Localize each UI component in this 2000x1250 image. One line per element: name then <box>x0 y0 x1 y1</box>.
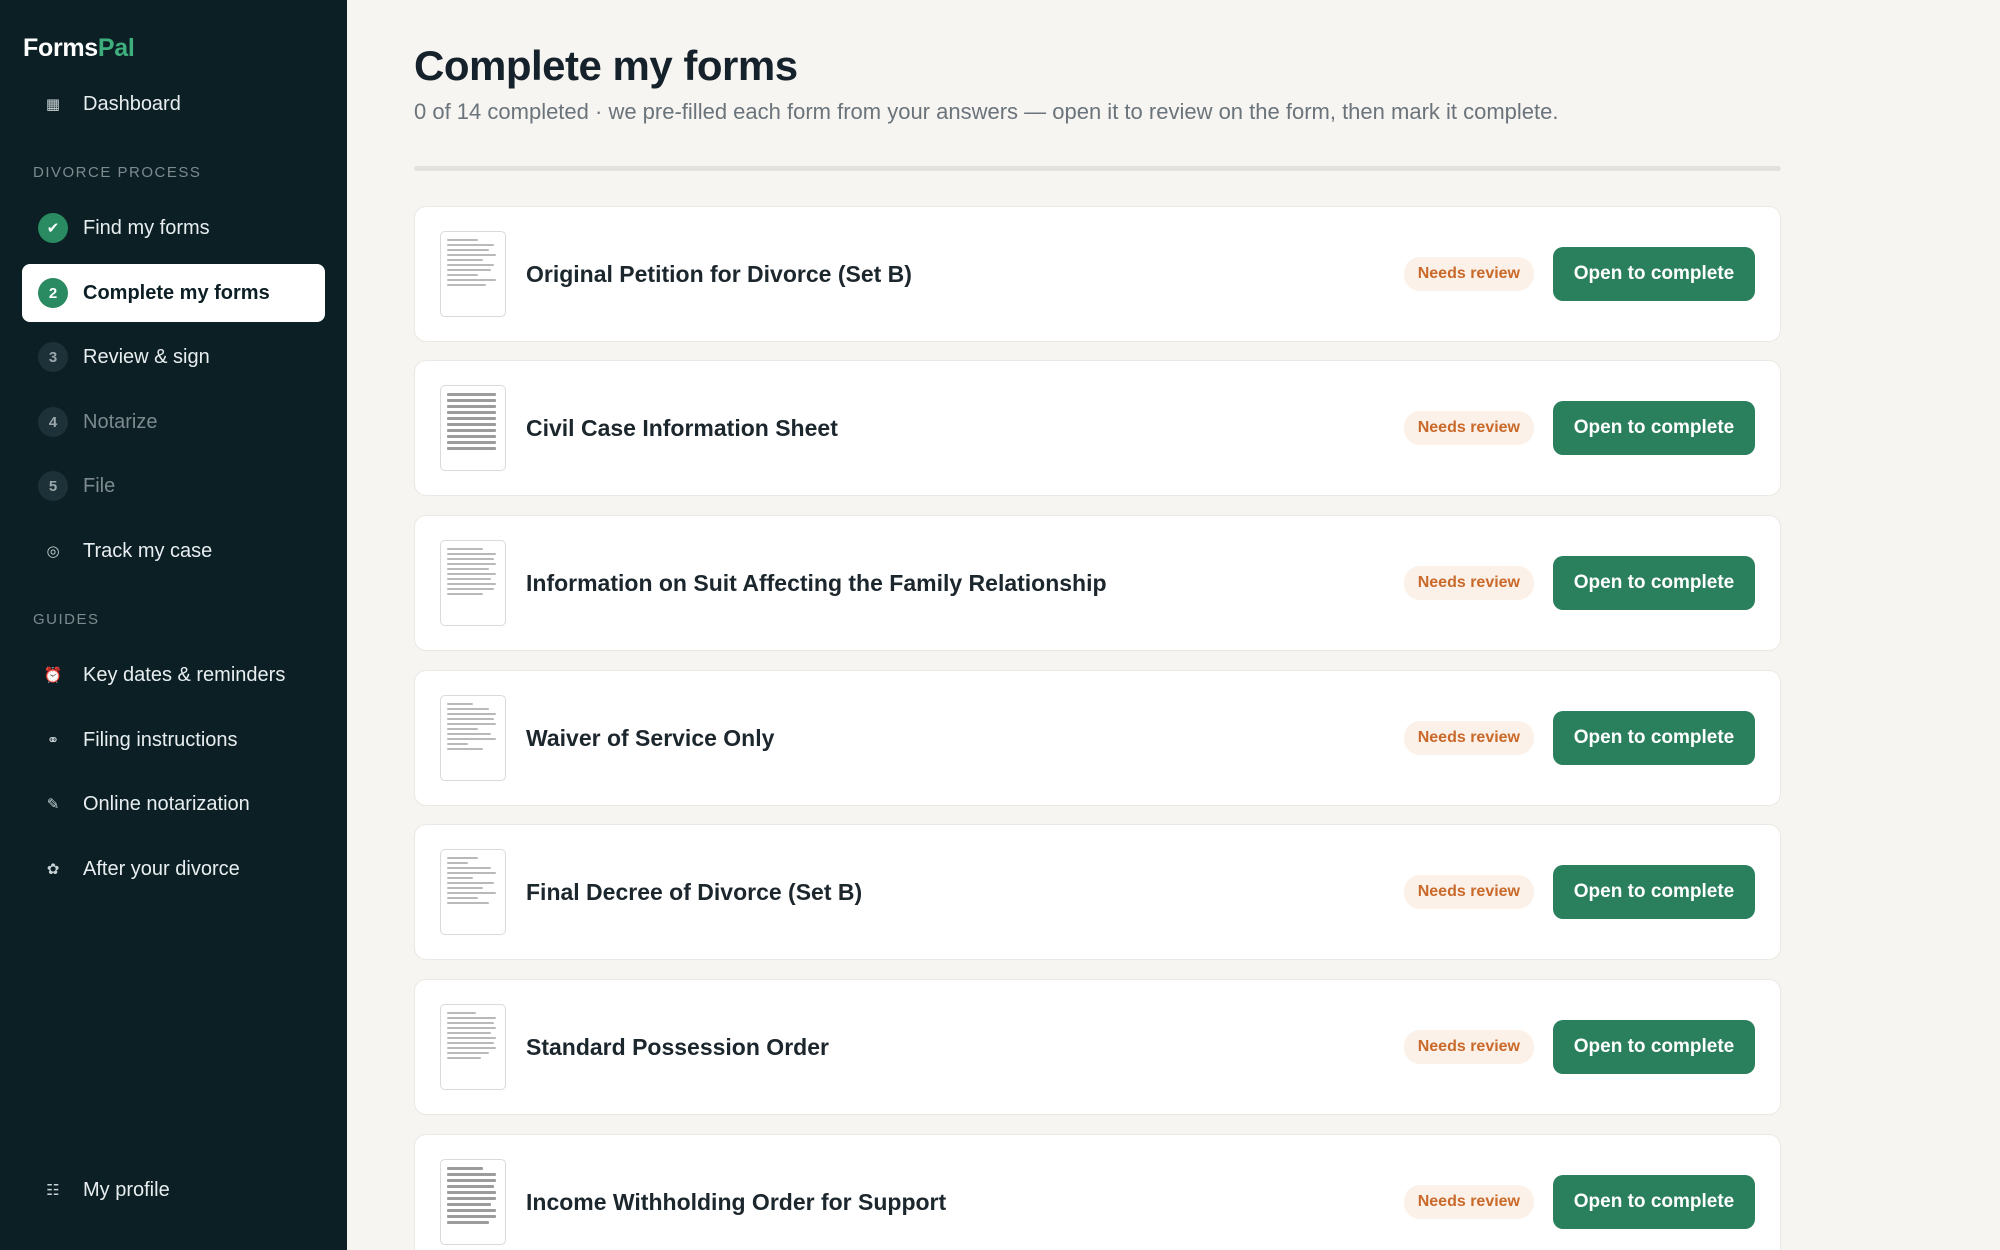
form-name: Information on Suit Affecting the Family… <box>526 569 1107 596</box>
form-card: Waiver of Service Only Needs review Open… <box>414 670 1781 806</box>
sidebar-item-track-case[interactable]: ◎ Track my case <box>22 522 325 580</box>
status-badge: Needs review <box>1403 566 1534 600</box>
sidebar-item-notarize[interactable]: 4 Notarize <box>22 393 325 451</box>
brand-logo[interactable]: FormsPal <box>23 34 135 63</box>
sidebar-item-label: Review & sign <box>83 345 210 368</box>
pen-icon: ✎ <box>46 796 60 813</box>
sidebar-item-key-dates[interactable]: ⏰ Key dates & reminders <box>22 646 325 704</box>
brand-name-part1: Forms <box>23 34 98 62</box>
status-badge: Needs review <box>1403 875 1534 909</box>
form-card: Original Petition for Divorce (Set B) Ne… <box>414 206 1781 342</box>
grid-icon: ▦ <box>45 96 61 113</box>
binoculars-icon: ⚭ <box>46 732 60 749</box>
form-name: Original Petition for Divorce (Set B) <box>526 260 912 287</box>
form-name: Standard Possession Order <box>526 1033 829 1060</box>
status-badge: Needs review <box>1403 1185 1534 1219</box>
section-label-process: DIVORCE PROCESS <box>33 164 202 181</box>
step-number: 3 <box>38 342 68 372</box>
sidebar: FormsPal ▦ Dashboard DIVORCE PROCESS ✔ F… <box>0 0 347 1250</box>
sidebar-item-label: Key dates & reminders <box>83 663 286 686</box>
brand-name-part2: Pal <box>97 34 135 62</box>
form-name: Income Withholding Order for Support <box>526 1188 947 1215</box>
sidebar-item-label: Filing instructions <box>83 728 238 751</box>
progress-bar <box>414 166 1781 171</box>
open-to-complete-button[interactable]: Open to complete <box>1553 1020 1755 1074</box>
form-card: Income Withholding Order for Support Nee… <box>414 1134 1781 1250</box>
form-card: Final Decree of Divorce (Set B) Needs re… <box>414 824 1781 960</box>
main-content: Complete my forms 0 of 14 completed · we… <box>347 0 2000 1250</box>
page-subtitle: 0 of 14 completed · we pre-filled each f… <box>414 99 1559 124</box>
open-to-complete-button[interactable]: Open to complete <box>1553 865 1755 919</box>
sidebar-item-find-forms[interactable]: ✔ Find my forms <box>22 199 325 257</box>
check-icon: ✔ <box>38 213 68 243</box>
form-thumbnail <box>440 231 506 317</box>
sidebar-item-label: Track my case <box>83 539 213 562</box>
form-name: Civil Case Information Sheet <box>526 414 838 441</box>
sidebar-item-filing-instructions[interactable]: ⚭ Filing instructions <box>22 711 325 769</box>
sidebar-item-dashboard[interactable]: ▦ Dashboard <box>22 75 325 133</box>
form-thumbnail <box>440 540 506 626</box>
open-to-complete-button[interactable]: Open to complete <box>1553 1175 1755 1229</box>
sidebar-item-my-profile[interactable]: ☷ My profile <box>22 1161 325 1219</box>
sidebar-item-label: File <box>83 474 116 497</box>
form-thumbnail <box>440 1004 506 1090</box>
open-to-complete-button[interactable]: Open to complete <box>1553 401 1755 455</box>
form-card: Information on Suit Affecting the Family… <box>414 515 1781 651</box>
step-number: 2 <box>38 278 68 308</box>
sidebar-item-file[interactable]: 5 File <box>22 457 325 515</box>
list-icon: ☷ <box>46 1182 60 1199</box>
sidebar-item-label: My profile <box>83 1178 170 1201</box>
form-thumbnail <box>440 695 506 781</box>
form-thumbnail <box>440 385 506 471</box>
alarm-clock-icon: ⏰ <box>43 667 63 684</box>
status-badge: Needs review <box>1403 721 1534 755</box>
form-thumbnail <box>440 849 506 935</box>
status-badge: Needs review <box>1403 411 1534 445</box>
status-badge: Needs review <box>1403 257 1534 291</box>
form-card: Civil Case Information Sheet Needs revie… <box>414 360 1781 496</box>
sidebar-item-label: Find my forms <box>83 216 210 239</box>
sidebar-item-online-notarization[interactable]: ✎ Online notarization <box>22 775 325 833</box>
sidebar-item-label: Dashboard <box>83 92 181 115</box>
sidebar-item-label: After your divorce <box>83 857 240 880</box>
open-to-complete-button[interactable]: Open to complete <box>1553 711 1755 765</box>
sidebar-item-label: Complete my forms <box>83 281 270 304</box>
section-label-guides: GUIDES <box>33 611 100 628</box>
sidebar-item-label: Online notarization <box>83 792 250 815</box>
status-badge: Needs review <box>1403 1030 1534 1064</box>
form-thumbnail <box>440 1159 506 1245</box>
page-title: Complete my forms <box>414 42 798 89</box>
open-to-complete-button[interactable]: Open to complete <box>1553 556 1755 610</box>
form-card: Standard Possession Order Needs review O… <box>414 979 1781 1115</box>
flower-icon: ✿ <box>46 861 60 878</box>
open-to-complete-button[interactable]: Open to complete <box>1553 247 1755 301</box>
step-number: 4 <box>38 407 68 437</box>
form-name: Final Decree of Divorce (Set B) <box>526 878 863 905</box>
sidebar-item-label: Notarize <box>83 410 158 433</box>
target-icon: ◎ <box>46 543 60 560</box>
form-name: Waiver of Service Only <box>526 724 775 751</box>
sidebar-item-after-divorce[interactable]: ✿ After your divorce <box>22 840 325 898</box>
sidebar-item-review-sign[interactable]: 3 Review & sign <box>22 328 325 386</box>
sidebar-item-complete-forms[interactable]: 2 Complete my forms <box>22 264 325 322</box>
step-number: 5 <box>38 471 68 501</box>
